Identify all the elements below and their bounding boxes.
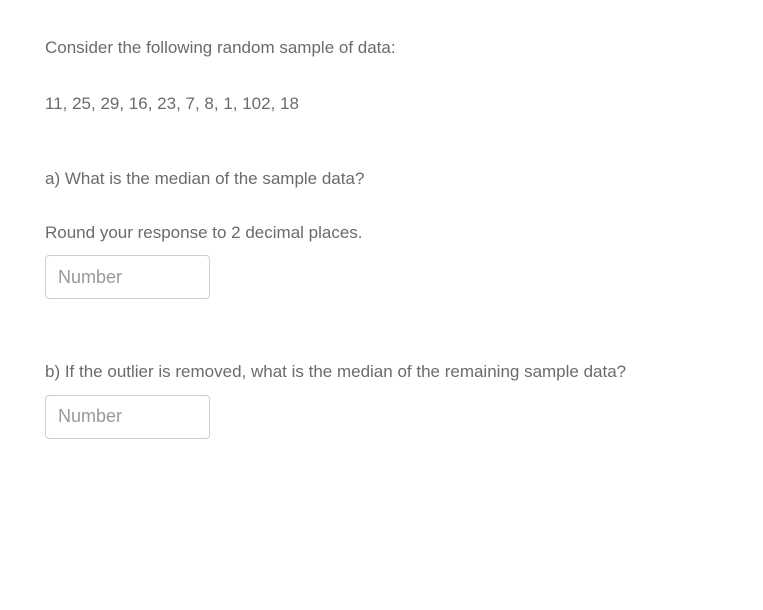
intro-text: Consider the following random sample of … xyxy=(45,35,718,61)
answer-a-wrapper xyxy=(45,255,718,299)
answer-b-input[interactable] xyxy=(45,395,210,439)
sample-data-values: 11, 25, 29, 16, 23, 7, 8, 1, 102, 18 xyxy=(45,91,718,117)
answer-a-input[interactable] xyxy=(45,255,210,299)
question-a-text: a) What is the median of the sample data… xyxy=(45,166,718,192)
question-b-text: b) If the outlier is removed, what is th… xyxy=(45,359,718,385)
rounding-instruction: Round your response to 2 decimal places. xyxy=(45,220,718,246)
answer-b-wrapper xyxy=(45,395,718,439)
